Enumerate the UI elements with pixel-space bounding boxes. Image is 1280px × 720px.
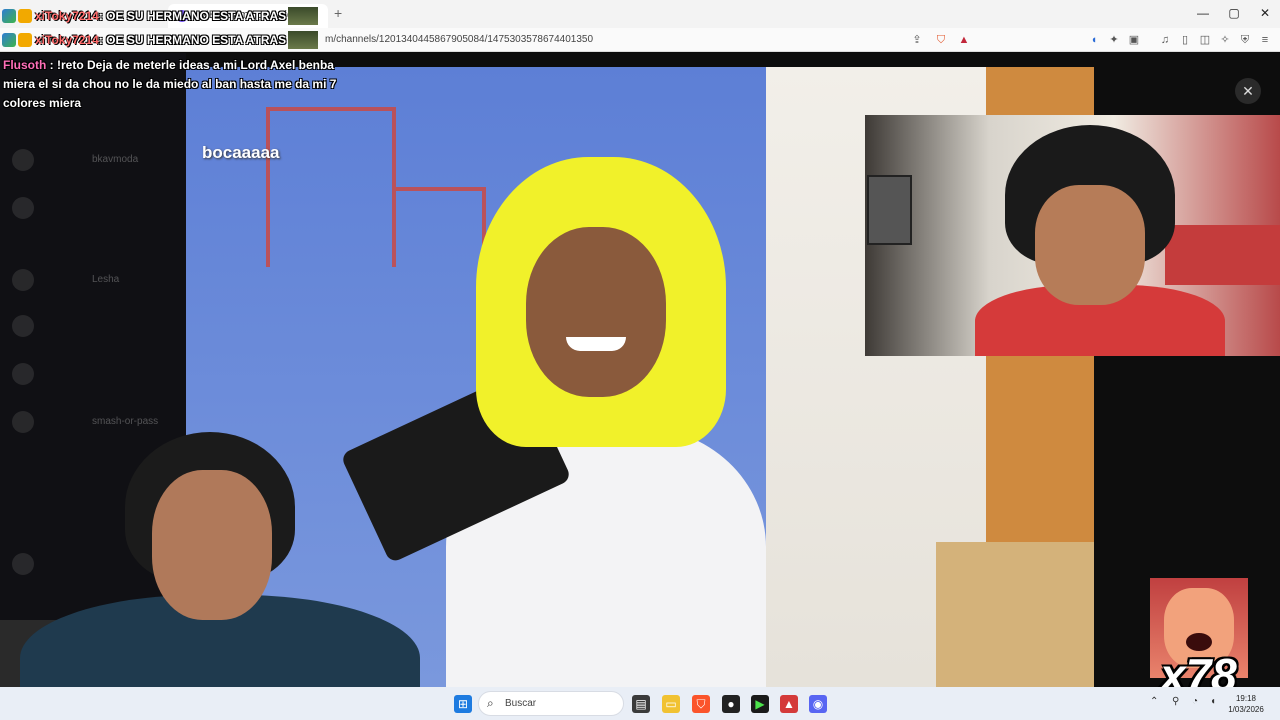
face — [152, 470, 272, 620]
ticker-username: xiToky7214 — [35, 33, 99, 47]
vpn-icon[interactable]: ⛨ — [1238, 33, 1252, 47]
person-with-wig — [340, 157, 776, 687]
platform-badge-icon — [2, 9, 16, 23]
monitor — [867, 175, 912, 245]
search-placeholder: Buscar — [505, 698, 537, 709]
taskbar-search[interactable]: ⌕ Buscar — [478, 691, 624, 716]
clock[interactable]: 19:18 1/03/2026 — [1224, 693, 1268, 715]
windows-start-icon[interactable]: ⊞ — [454, 695, 472, 713]
tray-chevron-icon[interactable]: ⌃ — [1150, 696, 1158, 707]
share-icon[interactable]: ⇪ — [910, 33, 924, 47]
search-icon: ⌕ — [487, 696, 494, 710]
drawing-line — [266, 107, 396, 267]
brave-browser-icon[interactable]: ⛉ — [692, 695, 710, 713]
task-view-icon[interactable]: ▤ — [632, 695, 650, 713]
sidebar-item[interactable]: bkavmoda — [12, 149, 172, 171]
terminal-icon[interactable]: ▶ — [751, 695, 769, 713]
extensions-icon[interactable]: ✦ — [1107, 33, 1121, 47]
sub-badge-icon — [18, 9, 32, 23]
clock-time: 19:18 — [1235, 694, 1257, 703]
obs-icon[interactable]: ● — [722, 695, 740, 713]
app-triangle-icon[interactable]: ▲ — [780, 695, 798, 713]
avatar — [12, 149, 34, 171]
wallet-icon[interactable]: ◫ — [1198, 33, 1212, 47]
sidebar-item-label: Lesha — [92, 274, 120, 285]
brave-shield-icon[interactable]: ⛉ — [934, 33, 948, 47]
ticker-thumbnail — [288, 7, 319, 25]
brave-rewards-icon[interactable]: ▲ — [957, 33, 971, 47]
maximize-button[interactable]: ▢ — [1219, 6, 1249, 20]
discord-icon[interactable]: ◉ — [809, 695, 827, 713]
screen: AXEL Gaming | Laid... + — ▢ ✕ m/channels… — [0, 0, 1280, 720]
new-tab-button[interactable]: + — [334, 5, 342, 21]
avatar — [12, 269, 34, 291]
board-text: bocaaaaa — [202, 143, 280, 162]
cardboard-box — [936, 542, 1094, 687]
sidebar-item[interactable] — [12, 315, 172, 337]
ticker-thumbnail — [288, 31, 319, 49]
sidebar-item[interactable]: Lesha — [12, 269, 172, 291]
sidebar-item[interactable] — [12, 197, 172, 219]
ticker-message: : OE SU HERMANO ESTA ATRAS — [98, 33, 287, 47]
chat-overlay-message: Flusoth : !reto Deja de meterle ideas a … — [3, 56, 343, 113]
streamer-right — [975, 125, 1225, 356]
avatar — [12, 363, 34, 385]
wifi-icon[interactable]: ◔ — [1192, 696, 1198, 707]
sub-badge-icon — [18, 33, 32, 47]
avatar — [12, 197, 34, 219]
sidebar-item[interactable] — [12, 363, 172, 385]
chat-ticker: xiToky7214 : OE SU HERMANO ESTA ATRAS — [2, 31, 319, 49]
webcam-left — [0, 430, 420, 720]
avatar — [12, 315, 34, 337]
chat-text: : !reto Deja de meterle ideas a mi Lord … — [3, 58, 337, 110]
smile — [566, 337, 626, 351]
sidebar-toggle-icon[interactable]: ▯ — [1178, 33, 1192, 47]
screenshot-icon[interactable]: ▣ — [1127, 33, 1141, 47]
minimize-button[interactable]: — — [1188, 6, 1218, 20]
file-explorer-icon[interactable]: ▭ — [662, 695, 680, 713]
volume-icon[interactable]: ◖ — [1210, 696, 1216, 707]
menu-icon[interactable]: ≡ — [1258, 33, 1272, 47]
sidebar-item-label: smash-or-pass — [92, 416, 159, 427]
network-icon[interactable]: ⚲ — [1172, 696, 1179, 707]
chat-username: Flusoth — [3, 58, 47, 72]
face — [526, 227, 666, 397]
clock-date: 1/03/2026 — [1228, 705, 1264, 714]
face — [1035, 185, 1145, 305]
ticker-username: xiToky7214 — [35, 9, 99, 23]
leo-ai-icon[interactable]: ✧ — [1218, 33, 1232, 47]
close-window-button[interactable]: ✕ — [1250, 6, 1280, 20]
platform-badge-icon — [2, 33, 16, 47]
url-field[interactable]: m/channels/1201340445867905084/147530357… — [325, 34, 593, 45]
media-icon[interactable]: ♫ — [1158, 33, 1172, 47]
ticker-message: : OE SU HERMANO ESTA ATRAS — [98, 9, 287, 23]
close-icon[interactable]: ✕ — [1235, 78, 1261, 104]
sidebar-item-label: bkavmoda — [92, 154, 139, 165]
taskbar: ⊞ ⌕ Buscar ▤ ▭ ⛉ ● ▶ ▲ ◉ ⌃ ⚲ ◔ ◖ 19:18 1… — [0, 687, 1280, 720]
audio-playing-icon[interactable]: ◖ — [1087, 33, 1101, 47]
webcam-right — [865, 115, 1280, 356]
chat-ticker: xiToky7214 : OE SU HERMANO ESTA ATRAS — [2, 7, 319, 25]
